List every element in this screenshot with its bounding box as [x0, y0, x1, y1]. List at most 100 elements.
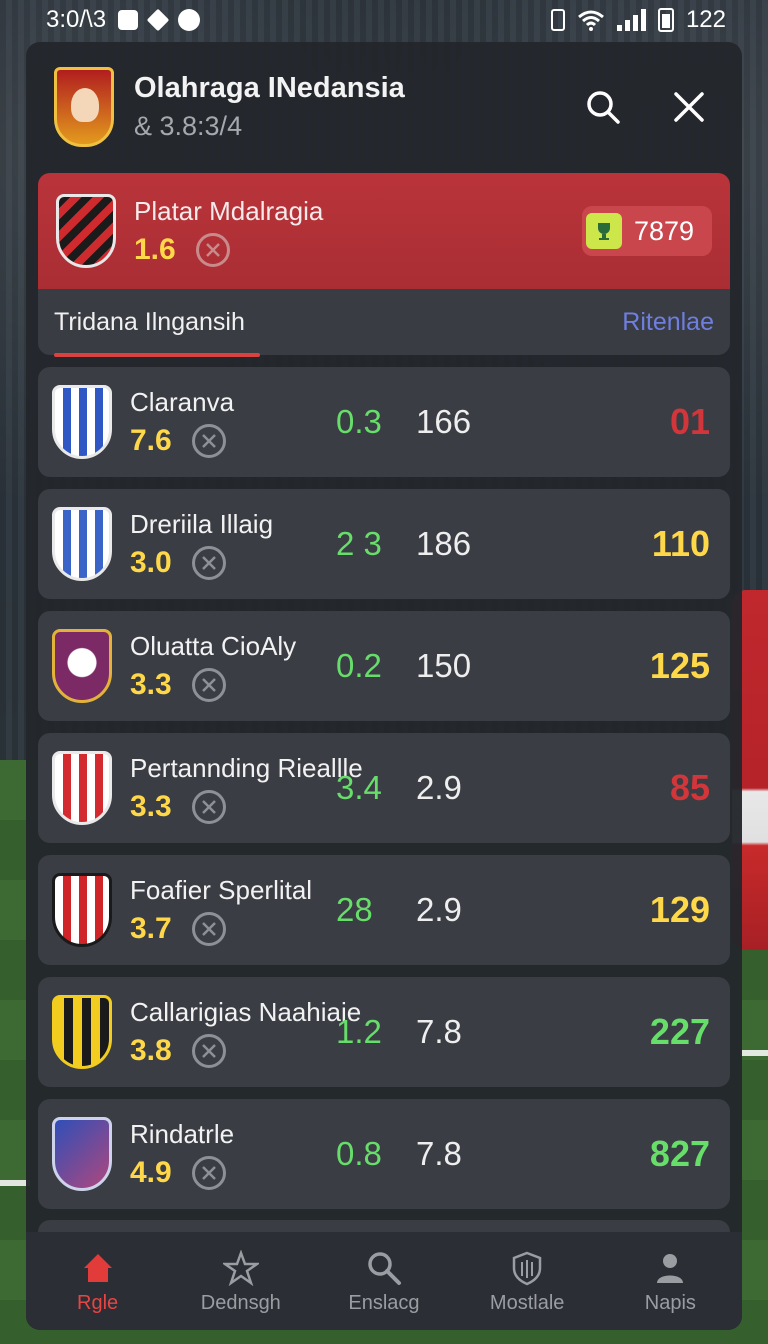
nav-item-5[interactable]: Napis	[600, 1248, 740, 1315]
navigation-icon	[146, 8, 170, 32]
team-name: Oluatta CioAly	[130, 630, 297, 661]
battery-level: 122	[685, 6, 726, 33]
team-name: Pertannding Rieallle	[130, 752, 363, 783]
team-rating: 7.6	[130, 423, 172, 457]
stat-c: 129	[649, 889, 710, 930]
team-rating: 3.7	[130, 911, 172, 945]
close-button[interactable]	[664, 82, 714, 132]
team-crest	[52, 507, 112, 581]
close-icon	[202, 799, 216, 814]
close-icon	[202, 921, 216, 936]
nav-item-2[interactable]: Dednsgh	[171, 1248, 311, 1315]
stat-a: 0.2	[336, 647, 382, 684]
remove-button[interactable]	[192, 545, 226, 580]
remove-button[interactable]	[196, 232, 230, 267]
team-name: Foafier Sperlital	[130, 874, 313, 905]
stat-a: 28	[336, 891, 373, 928]
tab-active[interactable]: Tridana Ilngansih	[54, 308, 260, 357]
vibrate-icon	[550, 9, 565, 31]
remove-button[interactable]	[192, 423, 226, 458]
team-rating: 3.0	[130, 545, 172, 579]
remove-button[interactable]	[192, 1033, 226, 1068]
battery-icon	[657, 8, 674, 32]
featured-team-rating: 1.6	[134, 232, 176, 266]
home-icon	[78, 1248, 118, 1288]
stat-c: 827	[649, 1133, 710, 1174]
team-name: Callarigias Naahiaie	[130, 996, 362, 1027]
search-icon	[587, 91, 620, 124]
trophy-icon	[586, 213, 622, 249]
close-icon	[202, 555, 216, 570]
nav-item-3[interactable]: Enslacg	[314, 1248, 454, 1315]
team-crest	[52, 385, 112, 459]
tab-link[interactable]: Ritenlae	[622, 308, 714, 337]
nav-label: Napis	[644, 1291, 696, 1314]
team-rating: 3.3	[130, 667, 172, 701]
team-row[interactable]: Rindatrle 4.9 0.8 7.8 827	[38, 1099, 730, 1209]
nav-label: Rgle	[77, 1291, 119, 1314]
remove-button[interactable]	[192, 1155, 226, 1190]
stat-b: 150	[416, 647, 472, 684]
featured-score: 7879	[634, 215, 695, 246]
team-rating: 3.3	[130, 789, 172, 823]
featured-team-name: Platar Mdalragia	[134, 195, 324, 226]
team-row[interactable]: Dreriila Illaig 3.0 2 3 186 110	[38, 489, 730, 599]
status-time: 3:0/\3	[46, 6, 107, 33]
nav-label: Dednsgh	[200, 1291, 281, 1314]
nav-item-4[interactable]: Mostlale	[457, 1248, 597, 1315]
signal-icon	[616, 9, 646, 31]
stat-a: 0.8	[336, 1135, 382, 1172]
remove-button[interactable]	[192, 667, 226, 702]
search-icon	[364, 1248, 404, 1288]
stat-a: 3.4	[336, 769, 382, 806]
stat-a: 1.2	[336, 1013, 382, 1050]
page-subtitle: & 3.8:3/4	[134, 111, 243, 141]
stat-b: 2.9	[416, 891, 462, 928]
team-rating: 4.9	[130, 1155, 172, 1189]
featured-score-badge[interactable]: 7879	[582, 206, 712, 256]
stat-c: 85	[669, 767, 710, 808]
stat-b: 2.9	[416, 769, 462, 806]
team-row[interactable]: Foafier Sperlital 3.7 28 2.9 129	[38, 855, 730, 965]
stat-a: 0.3	[336, 403, 382, 440]
close-icon	[206, 242, 220, 257]
team-crest	[52, 995, 112, 1069]
profile-icon	[650, 1248, 690, 1288]
team-row[interactable]: Oluatta CioAly 3.3 0.2 150 125	[38, 611, 730, 721]
star-icon	[221, 1248, 261, 1288]
pitch-line	[740, 1050, 768, 1056]
close-icon	[674, 92, 704, 122]
team-name: Dreriila Illaig	[130, 508, 274, 539]
team-crest	[52, 629, 112, 703]
league-panel: Olahraga INedansia & 3.8:3/4 Platar Mdal…	[26, 42, 742, 1330]
status-bar: 3:0/\3 122	[0, 0, 768, 40]
team-row[interactable]: Pertannding Rieallle 3.3 3.4 2.9 85	[38, 733, 730, 843]
stat-c: 110	[651, 523, 710, 564]
nav-label: Mostlale	[489, 1291, 565, 1314]
search-button[interactable]	[578, 82, 628, 132]
bottom-navigation: Rgle Dednsgh Enslacg Mostlale Napis	[26, 1232, 742, 1330]
stat-b: 166	[416, 403, 472, 440]
team-name: Claranva	[130, 386, 235, 417]
shield-icon	[507, 1248, 547, 1288]
nav-item-home[interactable]: Rgle	[28, 1248, 168, 1315]
team-row[interactable]: Callarigias Naahiaie 3.8 1.2 7.8 227	[38, 977, 730, 1087]
close-icon	[202, 677, 216, 692]
smiley-icon	[178, 9, 201, 31]
close-icon	[202, 433, 216, 448]
team-list: Claranva 7.6 0.3 166 01 Dreriila Illaig …	[38, 367, 730, 1221]
stat-b: 7.8	[416, 1013, 462, 1050]
featured-team-row[interactable]: Platar Mdalragia 1.6 7879	[38, 173, 730, 289]
remove-button[interactable]	[192, 789, 226, 824]
team-crest	[52, 1117, 112, 1191]
remove-button[interactable]	[192, 911, 226, 946]
stat-b: 186	[416, 525, 472, 562]
wifi-icon	[577, 10, 604, 31]
featured-team-crest	[56, 194, 116, 268]
page-title: Olahraga INedansia	[134, 72, 405, 104]
team-row[interactable]: Claranva 7.6 0.3 166 01	[38, 367, 730, 477]
notification-icon	[118, 10, 139, 30]
stat-c: 01	[669, 401, 710, 442]
panel-header: Olahraga INedansia & 3.8:3/4	[26, 42, 742, 172]
league-logo	[54, 67, 114, 147]
